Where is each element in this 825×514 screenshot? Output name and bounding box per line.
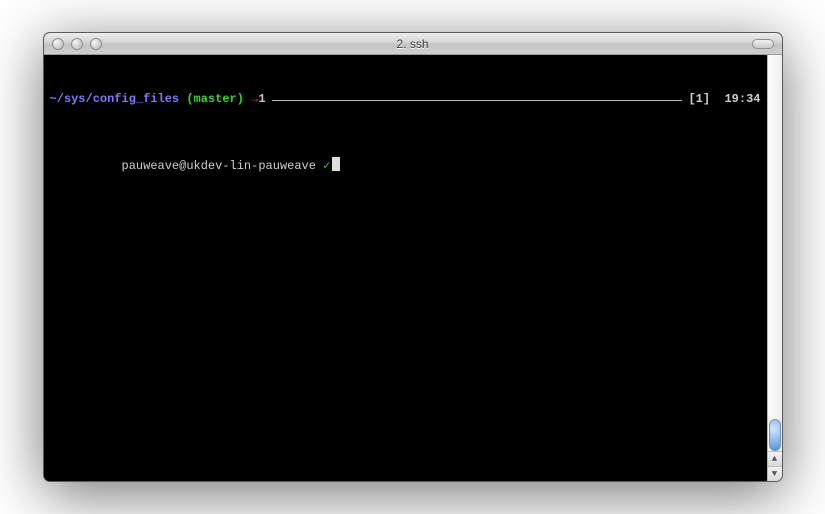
toolbar-toggle-icon[interactable]: [752, 39, 774, 49]
titlebar[interactable]: 2. ssh: [44, 33, 782, 55]
cwd: ~/sys/config_files: [50, 91, 180, 107]
user-host: pauweave@ukdev-lin-pauweave: [122, 159, 316, 173]
git-branch-open: (: [186, 91, 193, 107]
git-branch: master: [194, 91, 237, 107]
terminal-body[interactable]: ~/sys/config_files (master) →1 [1] 19:34…: [44, 55, 767, 481]
scroll-up-icon[interactable]: ▲: [768, 451, 782, 466]
scroll-thumb[interactable]: [769, 419, 781, 451]
cursor: [332, 157, 340, 171]
scrollbar[interactable]: ▲ ▼: [767, 55, 782, 481]
window-title: 2. ssh: [44, 37, 782, 51]
minimize-icon[interactable]: [71, 38, 83, 50]
clock: 19:34: [724, 91, 760, 107]
zoom-icon[interactable]: [90, 38, 102, 50]
terminal-window: 2. ssh ~/sys/config_files (master) →1 [1…: [43, 32, 783, 482]
status-ok-icon: ✓: [323, 159, 330, 173]
status-line: ~/sys/config_files (master) →1 [1] 19:34: [50, 91, 761, 107]
horizontal-rule: [272, 100, 683, 101]
content-area: ~/sys/config_files (master) →1 [1] 19:34…: [44, 55, 782, 481]
git-ahead-arrow-icon: →: [251, 91, 258, 107]
scroll-down-icon[interactable]: ▼: [768, 466, 782, 481]
session-number: [1]: [688, 91, 710, 107]
git-ahead-count: 1: [258, 91, 265, 107]
traffic-lights: [52, 38, 102, 50]
close-icon[interactable]: [52, 38, 64, 50]
git-branch-close: ): [237, 91, 244, 107]
prompt-line: pauweave@ukdev-lin-pauweave ✓: [50, 139, 761, 190]
